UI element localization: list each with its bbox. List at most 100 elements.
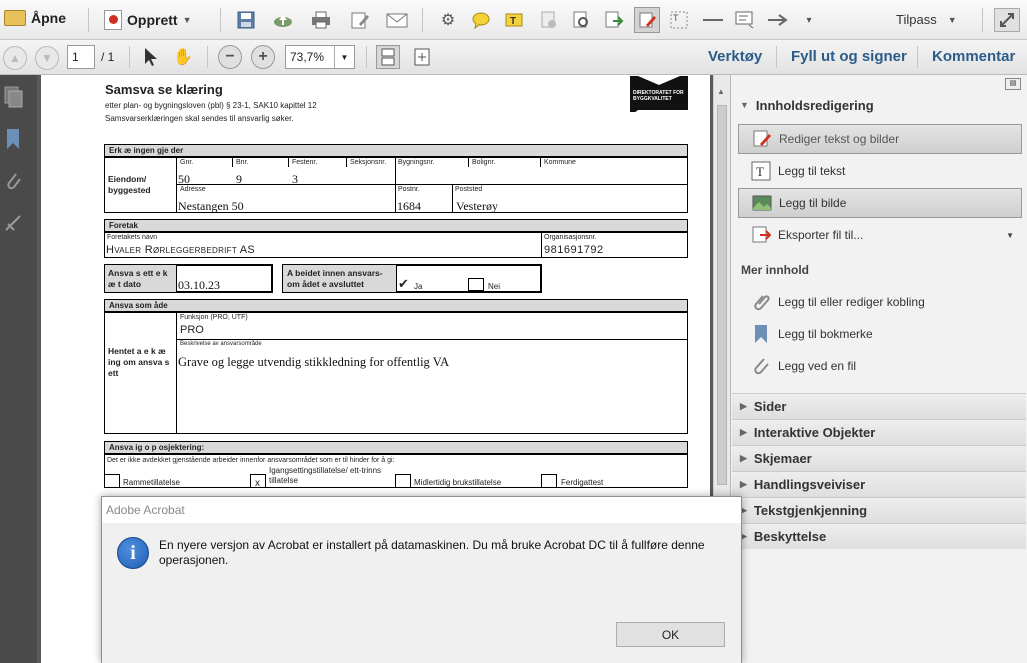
yes-label: Ja: [414, 282, 423, 291]
bookmarks-icon[interactable]: [4, 128, 24, 150]
divider: [346, 157, 347, 167]
bookmark-icon: [750, 323, 772, 345]
create-button[interactable]: Opprett ▼: [104, 10, 191, 30]
open-button[interactable]: Åpne: [4, 10, 66, 26]
value-festenr[interactable]: 3: [292, 172, 298, 187]
section-area-header: Ansva som åde: [104, 299, 688, 312]
option-1-checkbox[interactable]: [104, 474, 120, 488]
value-bnr[interactable]: 9: [236, 172, 242, 187]
divider: [288, 157, 289, 167]
export-page-icon[interactable]: [603, 9, 625, 31]
text-box-icon[interactable]: [734, 9, 756, 31]
customize-button[interactable]: Tilpass ▼: [896, 12, 957, 27]
section-text-recognition[interactable]: ▶ Tekstgjenkjenning: [732, 497, 1026, 523]
section-pages[interactable]: ▶ Sider: [732, 393, 1026, 419]
line-tool-icon[interactable]: [702, 9, 724, 31]
delete-page-icon[interactable]: [538, 9, 560, 31]
option-3-checkbox[interactable]: [395, 474, 411, 488]
tools-link[interactable]: Verktøy: [708, 48, 762, 65]
toolbar-separator: [220, 8, 221, 32]
dibk-logo-text: DIREKTORATET FOR BYGGKVALITET: [633, 90, 684, 102]
section-action-wizard[interactable]: ▶ Handlingsveiviser: [732, 471, 1026, 497]
value-poststed[interactable]: Vesterøy: [456, 199, 498, 214]
section-actions-label: Handlingsveiviser: [753, 477, 866, 492]
scroll-up-icon[interactable]: ▲: [717, 87, 725, 96]
option-2-checkbox[interactable]: x: [250, 474, 266, 489]
email-icon[interactable]: [386, 9, 408, 31]
option-3-label: Midlertidig brukstillatelse: [414, 478, 502, 487]
scroll-mode-icon[interactable]: [376, 45, 400, 69]
comment-link[interactable]: Kommentar: [932, 48, 1015, 65]
triangle-right-icon: ▶: [740, 427, 747, 437]
divider: [176, 157, 177, 213]
form-subtitle-2: Samsvarserklæringen skal sendes til ansv…: [105, 114, 294, 123]
value-gnr[interactable]: 50: [178, 172, 190, 187]
value-date[interactable]: 03.10.23: [178, 278, 220, 293]
text-select-icon[interactable]: T: [668, 9, 690, 31]
comment-icon[interactable]: [470, 9, 492, 31]
customize-label: Tilpass: [896, 12, 937, 27]
checkmark-icon[interactable]: ✔: [398, 276, 409, 292]
zoom-out-icon[interactable]: −: [218, 45, 242, 69]
section-protection[interactable]: ▶ Beskyttelse: [732, 523, 1026, 549]
section-forms[interactable]: ▶ Skjemaer: [732, 445, 1026, 471]
attach-file-item[interactable]: Legg ved en fil: [738, 351, 1022, 381]
gear-icon[interactable]: ⚙: [437, 9, 459, 31]
page-thumbnails-icon[interactable]: [4, 86, 24, 108]
overflow-chevron-icon[interactable]: ▾: [798, 9, 820, 31]
print-icon[interactable]: [310, 9, 332, 31]
save-icon[interactable]: [235, 9, 257, 31]
chevron-down-icon: ▼: [334, 46, 354, 68]
scroll-thumb[interactable]: [717, 105, 727, 485]
value-funksjon[interactable]: PRO: [180, 324, 204, 336]
edit-document-icon[interactable]: [349, 9, 371, 31]
triangle-down-icon: ▼: [740, 100, 749, 110]
projecting-note: Det er ikke avdekket gjenstående arbeide…: [107, 457, 395, 464]
edit-text-images-icon[interactable]: [634, 7, 660, 33]
section-content-editing[interactable]: ▼ Innholdsredigering: [732, 92, 1026, 118]
panel-options-icon[interactable]: ▤: [1005, 78, 1021, 90]
zoom-select[interactable]: 73,7% ▼: [285, 45, 355, 69]
section-property-header: Erk æ ingen gje der: [104, 144, 688, 157]
page-number-input[interactable]: 1: [67, 45, 95, 69]
add-text-label: Legg til tekst: [778, 164, 846, 178]
triangle-right-icon: ▶: [740, 401, 747, 411]
section-interactive-objects[interactable]: ▶ Interaktive Objekter: [732, 419, 1026, 445]
attachment-icon[interactable]: [4, 170, 24, 192]
fullscreen-icon[interactable]: [994, 8, 1020, 32]
zoom-in-icon[interactable]: +: [251, 45, 275, 69]
highlight-text-icon[interactable]: T: [504, 9, 526, 31]
select-cursor-icon[interactable]: [140, 46, 162, 68]
add-bookmark-item[interactable]: Legg til bokmerke: [738, 319, 1022, 349]
add-image-item[interactable]: Legg til bilde: [738, 188, 1022, 218]
col-kommune: Kommune: [544, 159, 576, 166]
value-adresse[interactable]: Nestangen 50: [178, 199, 244, 214]
previous-page-icon[interactable]: ▲: [3, 46, 27, 70]
value-beskrivelse[interactable]: Grave og legge utvendig stikkledning for…: [178, 355, 449, 370]
col-beskrivelse: Beskrivelse av ansvarsområde: [180, 341, 262, 347]
no-checkbox[interactable]: [468, 278, 484, 291]
signature-icon[interactable]: [4, 214, 24, 236]
fill-sign-link[interactable]: Fyll ut og signer: [791, 48, 907, 65]
svg-text:T: T: [756, 164, 764, 179]
edit-text-images-item[interactable]: Rediger tekst og bilder: [738, 124, 1022, 154]
option-4-label: Ferdigattest: [561, 478, 604, 487]
ok-button[interactable]: OK: [616, 622, 725, 647]
arrow-right-icon[interactable]: [767, 9, 789, 31]
value-orgnr[interactable]: 981691792: [544, 244, 604, 256]
fit-page-icon[interactable]: [410, 45, 434, 69]
export-file-item[interactable]: Eksporter fil til... ▼: [738, 220, 1022, 250]
attach-file-label: Legg ved en fil: [778, 359, 857, 373]
hand-tool-icon[interactable]: ✋: [172, 46, 194, 68]
value-postnr[interactable]: 1684: [397, 199, 421, 214]
add-link-item[interactable]: Legg til eller rediger kobling: [738, 287, 1022, 317]
next-page-icon[interactable]: ▼: [35, 46, 59, 70]
cloud-upload-icon[interactable]: [272, 9, 294, 31]
option-4-checkbox[interactable]: [541, 474, 557, 488]
section-protect-label: Beskyttelse: [753, 529, 827, 544]
add-text-item[interactable]: T Legg til tekst: [738, 156, 1022, 186]
file-search-icon[interactable]: [570, 9, 592, 31]
section-pages-label: Sider: [753, 399, 787, 414]
value-foretak[interactable]: Hvaler Rørleggerbedrift AS: [106, 244, 255, 256]
divider: [176, 184, 688, 185]
